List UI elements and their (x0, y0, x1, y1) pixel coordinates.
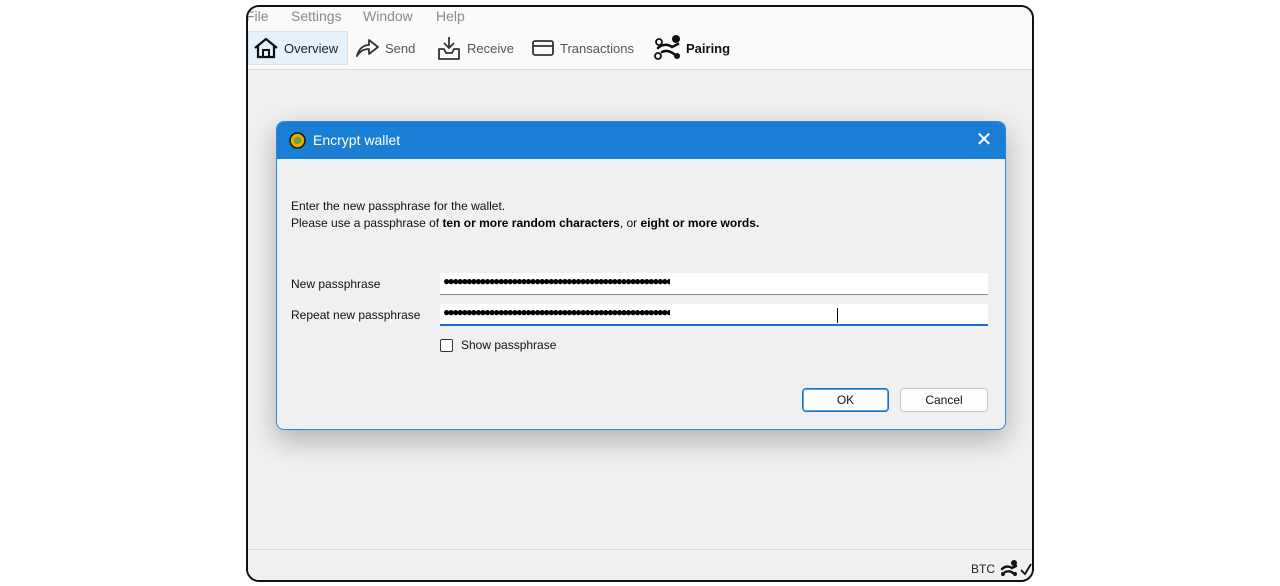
menu-bar: File Settings Window Help (248, 7, 1032, 27)
tab-overview[interactable]: Overview (248, 31, 348, 65)
tab-pairing-label: Pairing (686, 40, 731, 56)
transactions-icon (531, 37, 555, 59)
description-period: . (755, 216, 760, 230)
tab-receive-label: Receive (467, 40, 514, 56)
tab-send-label: Send (385, 40, 416, 56)
check-status-icon (1020, 561, 1032, 577)
menu-help[interactable]: Help (436, 8, 465, 24)
repeat-passphrase-label: Repeat new passphrase (291, 308, 421, 322)
close-button[interactable]: ✕ (973, 127, 995, 153)
new-passphrase-label: New passphrase (291, 277, 381, 291)
pairing-icon (652, 34, 684, 62)
unit-label: BTC (971, 562, 995, 576)
tab-overview-label: Overview (284, 40, 339, 56)
bitcoin-icon (289, 132, 306, 154)
send-icon (354, 36, 380, 60)
dialog-title: Encrypt wallet (313, 132, 401, 148)
checkbox-box (440, 338, 453, 352)
repeat-passphrase-field[interactable]: ●●●●●●●●●●●●●●●●●●●●●●●●●●●●●●●●●●●●●●●●… (440, 304, 988, 326)
pairing-status-icon (999, 560, 1019, 578)
encrypt-wallet-dialog: Encrypt wallet ✕ Enter the new passphras… (276, 121, 1006, 430)
menu-window[interactable]: Window (363, 8, 413, 24)
home-icon (253, 36, 279, 60)
receive-icon (436, 35, 462, 61)
text-caret (837, 308, 838, 323)
status-bar: BTC (248, 549, 1032, 580)
description-emphasis-characters: ten or more random characters (442, 216, 620, 230)
new-passphrase-field[interactable]: ●●●●●●●●●●●●●●●●●●●●●●●●●●●●●●●●●●●●●●●●… (440, 273, 988, 295)
menu-settings[interactable]: Settings (291, 8, 342, 24)
dialog-description: Enter the new passphrase for the wallet.… (291, 198, 759, 232)
description-text: Please use a passphrase of (291, 216, 443, 230)
menu-file[interactable]: File (248, 8, 269, 24)
tab-transactions[interactable]: Transactions (531, 31, 634, 65)
tab-receive[interactable]: Receive (436, 31, 514, 65)
show-passphrase-checkbox[interactable]: Show passphrase (440, 338, 556, 352)
toolbar: Overview Send Receive Transactions Pairi… (248, 27, 1032, 70)
show-passphrase-label: Show passphrase (461, 338, 557, 352)
repeat-passphrase-value: ●●●●●●●●●●●●●●●●●●●●●●●●●●●●●●●●●●●●●●●●… (443, 305, 671, 319)
dialog-titlebar: Encrypt wallet ✕ (277, 122, 1005, 159)
ok-button[interactable]: OK (802, 388, 889, 412)
description-line-2: Please use a passphrase of ten or more r… (291, 215, 759, 232)
tab-transactions-label: Transactions (560, 40, 634, 56)
description-text: , or (619, 216, 641, 230)
new-passphrase-value: ●●●●●●●●●●●●●●●●●●●●●●●●●●●●●●●●●●●●●●●●… (443, 274, 671, 288)
tab-send[interactable]: Send (354, 31, 415, 65)
description-line-1: Enter the new passphrase for the wallet. (291, 199, 506, 213)
tab-pairing[interactable]: Pairing (652, 31, 730, 65)
cancel-button[interactable]: Cancel (900, 388, 988, 412)
description-emphasis-words: eight or more words (640, 216, 756, 230)
